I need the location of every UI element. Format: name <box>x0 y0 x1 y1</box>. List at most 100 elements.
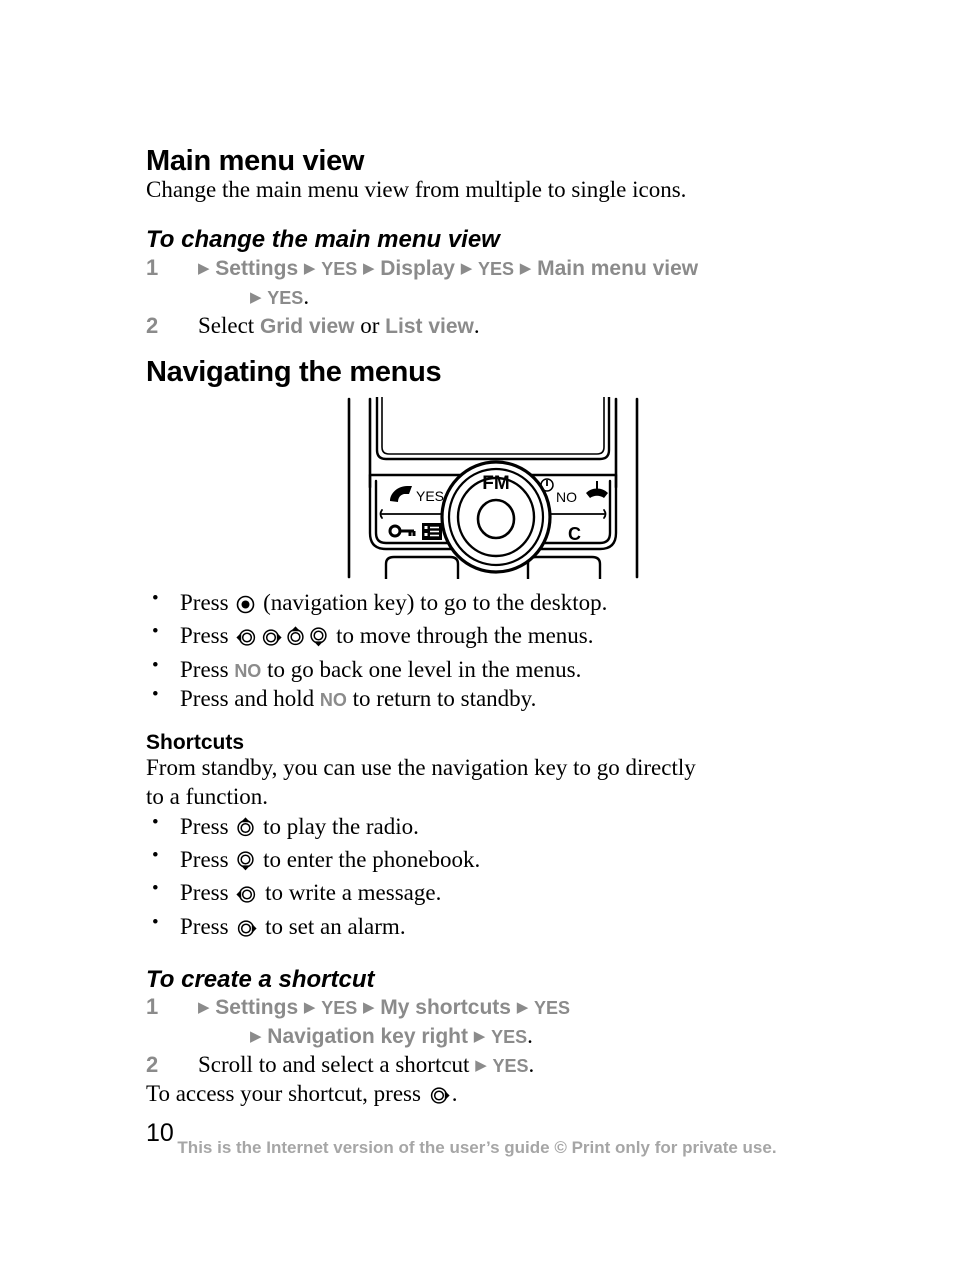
list-item: Press NO to go back one level in the men… <box>146 654 846 684</box>
heading-main-menu-view: Main menu view <box>146 145 365 177</box>
list-item: Press to write a message. <box>146 877 846 911</box>
step-arrow-icon: ▶ <box>303 260 316 277</box>
ui-label-settings: Settings <box>215 996 299 1020</box>
bullet-prefix: Press <box>180 590 235 616</box>
phone-display-inner <box>381 396 605 455</box>
nav-key-down-icon <box>236 849 255 878</box>
shortcut-access-note: To access your shortcut, press . <box>146 1080 846 1113</box>
phone-diagram-svg: YES NO C FM <box>347 395 639 581</box>
phone-keypad-illustration: YES NO C FM <box>146 387 846 584</box>
step-period: . <box>303 283 310 309</box>
list-item: Press to play the radio. <box>146 811 846 845</box>
step-arrow-icon: ▶ <box>198 1000 210 1017</box>
ui-label-display: Display <box>380 256 455 280</box>
heading-to-change-main-menu-view: To change the main menu view <box>146 226 500 254</box>
bullet-prefix: Press <box>180 656 235 682</box>
ui-label-my-shortcuts: My shortcuts <box>380 996 511 1020</box>
note-suffix: . <box>451 1081 458 1107</box>
phone-label-yes: YES <box>416 488 444 504</box>
bullet-prefix: Press <box>180 880 235 906</box>
step-period: . <box>473 312 480 338</box>
end-call-handset-icon <box>586 481 608 499</box>
key-lock-icon <box>388 524 416 538</box>
nav-key-right-icon <box>429 1084 450 1113</box>
phone-label-clear: C <box>568 524 581 544</box>
ui-label-yes: YES <box>478 258 515 279</box>
navigating-bullet-list: Press (navigation key) to go to the desk… <box>146 584 846 713</box>
step-arrow-icon: ▶ <box>250 1029 262 1046</box>
phone-display-outline <box>375 395 611 461</box>
procedure-step-continuation: ▶ YES. <box>198 283 846 312</box>
procedure-step: 2 Scroll to and select a shortcut ▶ YES. <box>146 1051 846 1080</box>
ui-label-main-menu-view: Main menu view <box>537 256 699 280</box>
ui-label-yes: YES <box>321 258 358 279</box>
ui-label-navigation-key-right: Navigation key right <box>267 1025 469 1049</box>
bullet-prefix: Press <box>180 813 235 839</box>
ui-label-yes: YES <box>267 287 304 308</box>
bullet-prefix: Press <box>180 623 235 649</box>
step-text-prefix: Scroll to and select a shortcut <box>198 1052 476 1078</box>
keypad-button-right <box>526 555 602 581</box>
nav-key-left-icon <box>236 882 257 911</box>
bullet-suffix: to move through the menus. <box>330 623 594 649</box>
bullet-suffix: to play the radio. <box>257 813 419 839</box>
step-period: . <box>528 1052 535 1078</box>
bullet-suffix: to enter the phonebook. <box>257 847 481 873</box>
menu-list-icon <box>422 523 442 541</box>
list-item: Press to enter the phonebook. <box>146 844 846 878</box>
procedure-step: 2 Select Grid view or List view. <box>146 312 846 341</box>
step-arrow-icon: ▶ <box>519 260 532 277</box>
step-number: 1 <box>146 254 159 280</box>
step-number: 1 <box>146 994 159 1020</box>
ui-label-yes: YES <box>492 1056 529 1077</box>
step-arrow-icon: ▶ <box>473 1029 486 1046</box>
bullet-suffix: to set an alarm. <box>259 913 406 939</box>
ui-label-list-view: List view <box>385 314 474 338</box>
step-arrow-icon: ▶ <box>475 1058 487 1075</box>
ui-label-yes: YES <box>534 998 571 1019</box>
heading-navigating-the-menus: Navigating the menus <box>146 355 442 388</box>
step-period: . <box>527 1023 533 1049</box>
step-arrow-icon: ▶ <box>516 1000 529 1017</box>
call-handset-icon <box>390 486 412 503</box>
nav-key-right-icon <box>261 625 282 654</box>
procedure-change-main-menu-view: 1 ▶ Settings ▶ YES ▶ Display ▶ YES ▶ Mai… <box>146 254 846 341</box>
nav-key-center-icon <box>236 592 255 621</box>
procedure-step-continuation: ▶ Navigation key right ▶ YES. <box>198 1022 846 1051</box>
step-arrow-icon: ▶ <box>303 1000 316 1017</box>
bullet-suffix: to go back one level in the menus. <box>261 656 582 682</box>
shortcuts-intro-line-1: From standby, you can use the navigation… <box>146 755 696 781</box>
step-text-prefix: Select <box>198 312 260 338</box>
step-arrow-icon: ▶ <box>460 260 473 277</box>
nav-key-right-icon <box>236 916 257 945</box>
ui-label-no: NO <box>234 660 262 681</box>
keypad-button-left <box>384 555 460 581</box>
ui-label-no: NO <box>319 689 347 710</box>
list-item: Press (navigation key) to go to the desk… <box>146 587 846 621</box>
procedure-step: 1 ▶ Settings ▶ YES ▶ My shortcuts ▶ YES … <box>146 993 846 1051</box>
bullet-suffix: to write a message. <box>259 880 442 906</box>
step-conjunction: or <box>354 312 386 338</box>
main-menu-view-intro: Change the main menu view from multiple … <box>146 177 687 203</box>
nav-key-left-icon <box>236 625 257 654</box>
step-arrow-icon: ▶ <box>250 289 262 306</box>
ui-label-settings: Settings <box>215 256 299 280</box>
procedure-step: 1 ▶ Settings ▶ YES ▶ Display ▶ YES ▶ Mai… <box>146 254 846 312</box>
phone-label-no: NO <box>556 489 577 505</box>
step-arrow-icon: ▶ <box>362 260 375 277</box>
heading-shortcuts: Shortcuts <box>146 730 245 754</box>
heading-to-create-a-shortcut: To create a shortcut <box>146 965 375 993</box>
procedure-create-shortcut: 1 ▶ Settings ▶ YES ▶ My shortcuts ▶ YES … <box>146 993 846 1080</box>
bullet-prefix: Press <box>180 847 235 873</box>
nav-key-down-icon <box>309 625 328 654</box>
note-prefix: To access your shortcut, press <box>146 1081 427 1107</box>
shortcuts-bullet-list: Press to play the radio. Press to enter … <box>146 811 846 945</box>
list-item: Press to set an alarm. <box>146 911 846 945</box>
bullet-suffix: (navigation key) to go to the desktop. <box>257 590 608 616</box>
nav-key-up-icon <box>236 816 255 845</box>
list-item: Press and hold NO to return to standby. <box>146 683 846 713</box>
ui-label-yes: YES <box>491 1027 528 1048</box>
ui-label-grid-view: Grid view <box>259 314 355 338</box>
step-number: 2 <box>146 312 159 338</box>
step-arrow-icon: ▶ <box>362 1000 375 1017</box>
